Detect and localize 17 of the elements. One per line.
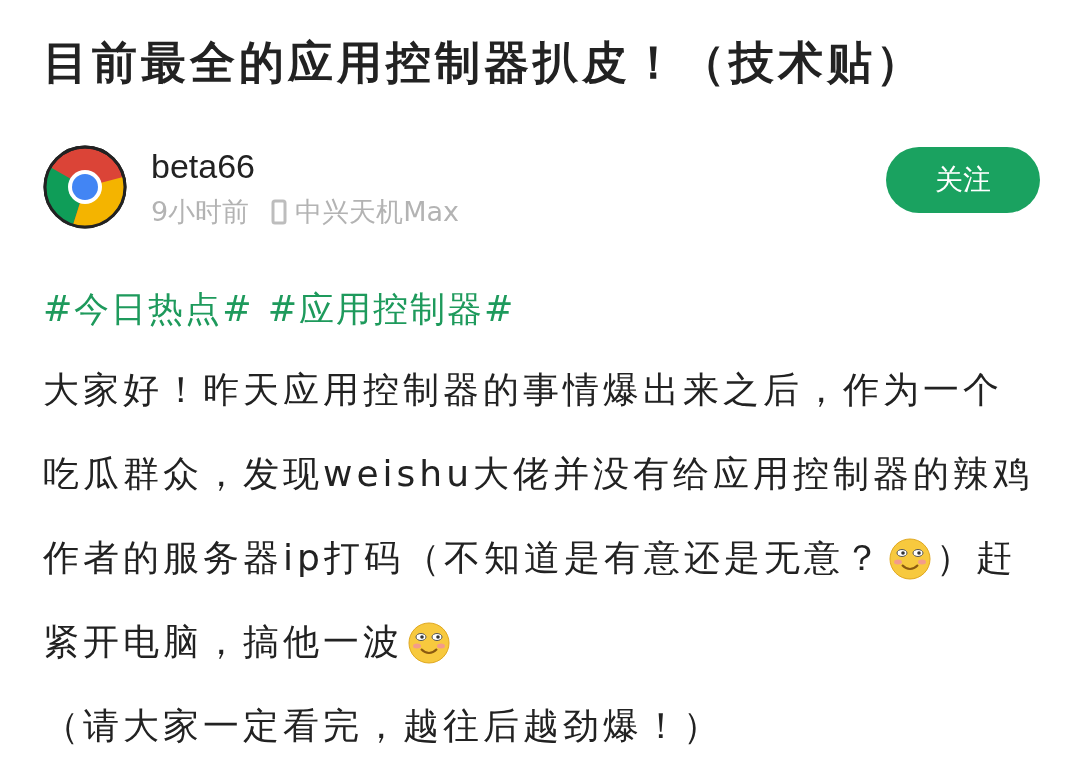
smiley-icon	[407, 620, 451, 664]
post-text: （请大家一定看完，越往后越劲爆！）	[43, 703, 723, 748]
topic-tag[interactable]: #今日热点#	[43, 284, 254, 334]
author-name[interactable]: beta66	[151, 144, 886, 188]
topic-tag[interactable]: #应用控制器#	[267, 284, 516, 334]
phone-icon	[271, 199, 288, 225]
post-text: 吃瓜群众，发现weishu大佬并没有给应用控制器的辣鸡	[43, 451, 1033, 496]
device-name: 中兴天机Max	[295, 195, 459, 229]
post-title: 目前最全的应用控制器扒皮！（技术贴）	[43, 35, 926, 91]
follow-button[interactable]: 关注	[886, 147, 1040, 213]
post-time: 9小时前	[151, 195, 250, 229]
smiley-icon	[887, 536, 932, 580]
post-text: 紧开电脑，搞他一波	[43, 619, 403, 664]
avatar-icon[interactable]	[43, 145, 127, 229]
post-text: 大家好！昨天应用控制器的事情爆出来之后，作为一个	[43, 367, 1003, 412]
post-text: ）赶	[935, 535, 1016, 580]
post-text: 作者的服务器ip打码（不知道是有意还是无意？	[43, 535, 884, 580]
